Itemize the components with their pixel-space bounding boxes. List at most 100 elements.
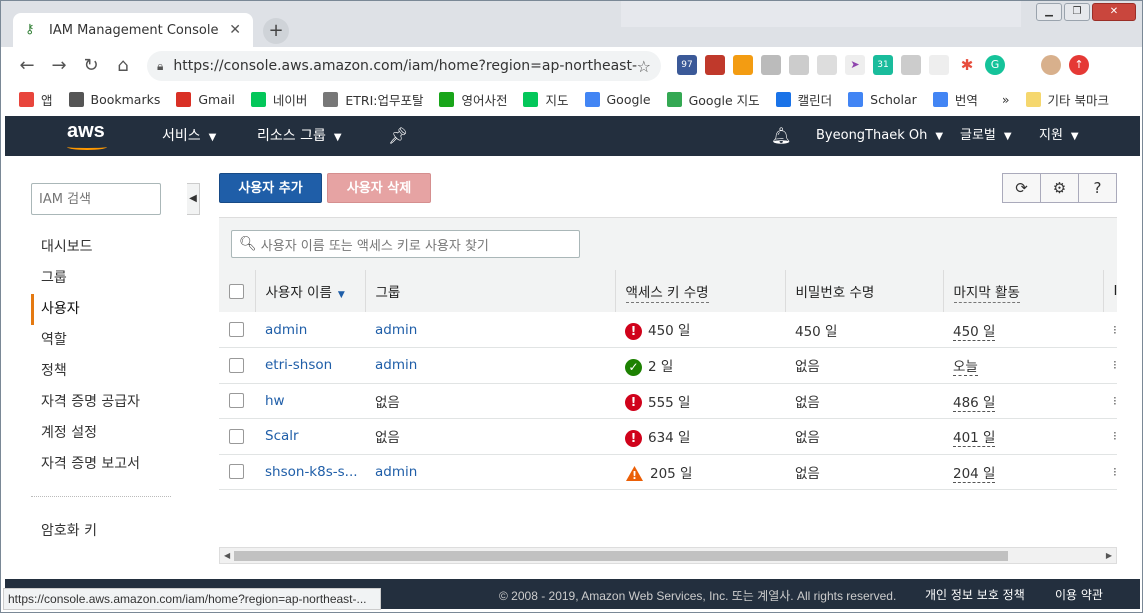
extension-book-icon[interactable] <box>705 55 725 75</box>
last-activity-value[interactable]: 401 일 <box>953 430 996 448</box>
username-link[interactable]: Scalr <box>265 428 299 444</box>
pin-icon[interactable]: 📌︎ <box>388 116 408 156</box>
sidebar-item[interactable]: 역할 <box>31 325 140 356</box>
bookmark-item[interactable]: 영어사전 <box>439 90 507 109</box>
terms-link[interactable]: 이용 약관 <box>1055 586 1103 603</box>
row-checkbox[interactable] <box>229 357 244 373</box>
sidebar-item[interactable]: 대시보드 <box>31 232 140 263</box>
sidebar-item[interactable]: 자격 증명 보고서 <box>31 449 140 480</box>
bookmark-item[interactable]: 지도 <box>523 90 569 109</box>
horizontal-scrollbar[interactable]: ◀ ▶ <box>219 547 1117 564</box>
more-bookmarks-button[interactable]: » <box>1002 92 1010 107</box>
scrollbar-thumb[interactable] <box>234 551 1008 561</box>
extension-badge-31-icon[interactable]: 31 <box>873 55 893 75</box>
bookmark-item[interactable]: 앱 <box>19 90 53 109</box>
sidebar-item-encryption-keys[interactable]: 암호화 키 <box>41 520 97 540</box>
bookmark-item[interactable]: ETRI:업무포탈 <box>323 90 423 109</box>
column-last-activity[interactable]: 마지막 활동 <box>942 270 1103 312</box>
table-row[interactable]: admin admin! 450 일 450 일 450 일 ⁝ <box>219 312 1117 348</box>
sidebar-item[interactable]: 자격 증명 공급자 <box>31 387 140 418</box>
profile-avatar-icon[interactable] <box>1041 55 1061 75</box>
resource-groups-menu[interactable]: 리소스 그룹 ▼ <box>257 116 342 156</box>
table-row[interactable]: Scalr 없음! 634 일 없음 401 일 ⁝ <box>219 419 1117 454</box>
support-menu[interactable]: 지원 ▼ <box>1039 116 1079 156</box>
last-activity-value[interactable]: 204 일 <box>953 465 996 483</box>
gear-icon[interactable]: ⚙ <box>1040 173 1079 203</box>
table-row[interactable]: etri-shson admin ✓ 2 일 없음 오늘 ⁝ <box>219 348 1117 383</box>
bell-icon[interactable]: 🔔︎ <box>771 116 791 156</box>
help-icon[interactable]: ? <box>1078 173 1117 203</box>
account-menu[interactable]: ByeongThaek Oh ▼ <box>816 116 943 156</box>
username-link[interactable]: hw <box>265 393 285 409</box>
address-bar[interactable]: 🔒︎ https://console.aws.amazon.com/iam/ho… <box>147 51 661 81</box>
extension-ex-icon[interactable] <box>761 55 781 75</box>
select-all-checkbox[interactable] <box>229 283 244 299</box>
scroll-right-icon[interactable]: ▶ <box>1106 548 1112 563</box>
column-groups[interactable]: 그룹 <box>364 270 615 312</box>
extension-search-icon[interactable] <box>929 55 949 75</box>
extension-brush-icon[interactable] <box>901 55 921 75</box>
table-row[interactable]: shson-k8s-s... admin! 205 일 없음 204 일 ⁝ <box>219 454 1117 490</box>
column-more[interactable]: I <box>1102 270 1117 312</box>
minimize-button[interactable]: ▁ <box>1036 3 1062 21</box>
close-window-button[interactable]: ✕ <box>1092 3 1136 21</box>
group-link[interactable]: admin <box>375 464 417 480</box>
add-user-button[interactable]: 사용자 추가 <box>219 173 322 203</box>
column-username[interactable]: 사용자 이름 ▼ <box>254 270 365 312</box>
bookmark-item[interactable]: Gmail <box>176 91 235 107</box>
delete-user-button[interactable]: 사용자 삭제 <box>327 173 431 203</box>
extension-basket-icon[interactable] <box>733 55 753 75</box>
region-menu[interactable]: 글로벌 ▼ <box>960 116 1012 156</box>
group-link[interactable]: admin <box>375 322 417 338</box>
row-checkbox[interactable] <box>229 322 244 337</box>
extension-window-icon[interactable] <box>789 55 809 75</box>
username-link[interactable]: shson-k8s-s... <box>265 464 358 480</box>
row-checkbox[interactable] <box>229 428 244 444</box>
bookmark-star-icon[interactable]: ☆ <box>637 57 651 76</box>
last-activity-value[interactable]: 450 일 <box>953 323 996 341</box>
new-tab-button[interactable]: + <box>263 18 289 44</box>
user-filter-input[interactable]: 🔍︎ 사용자 이름 또는 액세스 키로 사용자 찾기 <box>231 230 580 258</box>
grammarly-icon[interactable]: G <box>985 55 1005 75</box>
table-row[interactable]: hw 없음! 555 일 없음 486 일 ⁝ <box>219 383 1117 419</box>
tab-iam-console[interactable]: ⚷ IAM Management Console ✕ <box>13 13 253 47</box>
bookmark-item[interactable]: Scholar <box>848 91 917 107</box>
last-activity-value[interactable]: 486 일 <box>953 394 996 412</box>
refresh-icon[interactable]: ⟳ <box>1002 173 1041 203</box>
forward-button[interactable]: → <box>43 50 75 82</box>
aws-logo[interactable]: aws <box>67 120 107 150</box>
bookmark-item[interactable]: 번역 <box>932 90 978 109</box>
other-bookmarks-folder[interactable]: 기타 북마크 <box>1025 90 1109 109</box>
sidebar-collapse-button[interactable]: ◀ <box>187 183 200 215</box>
group-link[interactable]: admin <box>375 357 417 373</box>
reload-button[interactable]: ↻ <box>75 50 107 82</box>
row-checkbox[interactable] <box>229 393 244 409</box>
extension-pdf-icon[interactable] <box>817 55 837 75</box>
sidebar-item[interactable]: 그룹 <box>31 263 140 294</box>
bookmark-item[interactable]: Google <box>584 91 651 107</box>
sidebar-item[interactable]: 정책 <box>31 356 140 387</box>
extension-cursor-icon[interactable]: ➤ <box>845 55 865 75</box>
home-button[interactable]: ⌂ <box>107 50 139 82</box>
privacy-link[interactable]: 개인 정보 보호 정책 <box>925 586 1025 603</box>
sidebar-item[interactable]: 사용자 <box>31 294 140 325</box>
maximize-button[interactable]: ❐ <box>1064 3 1090 21</box>
bookmark-item[interactable]: Google 지도 <box>666 90 760 109</box>
column-access-key-age[interactable]: 액세스 키 수명 <box>614 270 785 312</box>
row-checkbox[interactable] <box>229 464 244 480</box>
back-button[interactable]: ← <box>11 50 43 82</box>
username-link[interactable]: admin <box>265 322 307 338</box>
bookmark-item[interactable]: 네이버 <box>250 90 307 109</box>
last-activity-value[interactable]: 오늘 <box>953 359 978 377</box>
scroll-left-icon[interactable]: ◀ <box>224 548 230 563</box>
extension-badge-97-icon[interactable]: 97 <box>677 55 697 75</box>
sidebar-item[interactable]: 계정 설정 <box>31 418 140 449</box>
services-menu[interactable]: 서비스 ▼ <box>162 116 216 156</box>
extension-asterisk-icon[interactable]: ✱ <box>957 55 977 75</box>
username-link[interactable]: etri-shson <box>265 357 332 373</box>
iam-search-input[interactable] <box>31 183 161 215</box>
tab-close-icon[interactable]: ✕ <box>229 22 241 38</box>
update-icon[interactable]: ↑ <box>1069 55 1089 75</box>
bookmark-item[interactable]: Bookmarks <box>68 91 160 107</box>
column-password-age[interactable]: 비밀번호 수명 <box>784 270 943 312</box>
